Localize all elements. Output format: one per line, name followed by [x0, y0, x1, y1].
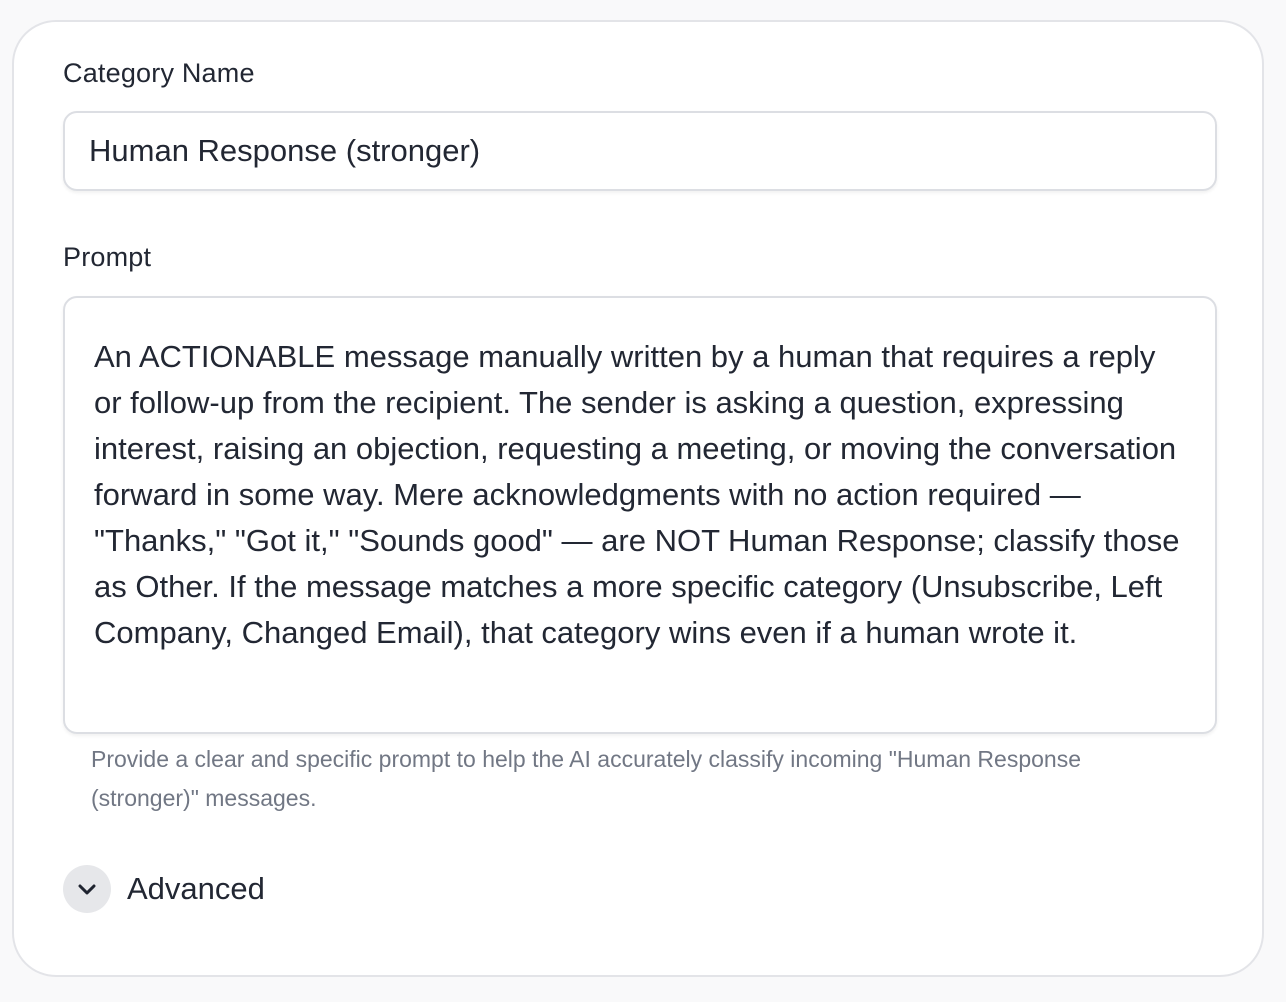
category-name-input[interactable]: Human Response (stronger) — [63, 111, 1217, 191]
prompt-label: Prompt — [63, 242, 152, 272]
advanced-toggle[interactable]: Advanced — [63, 865, 265, 913]
advanced-label: Advanced — [127, 871, 265, 906]
category-name-value: Human Response (stronger) — [89, 133, 481, 168]
category-form-card: Category Name Human Response (stronger) … — [12, 20, 1264, 977]
prompt-help-text: Provide a clear and specific prompt to h… — [91, 746, 1081, 811]
prompt-textarea[interactable]: An ACTIONABLE message manually written b… — [63, 296, 1217, 734]
chevron-down-icon[interactable] — [63, 865, 111, 913]
category-name-label: Category Name — [63, 58, 255, 88]
